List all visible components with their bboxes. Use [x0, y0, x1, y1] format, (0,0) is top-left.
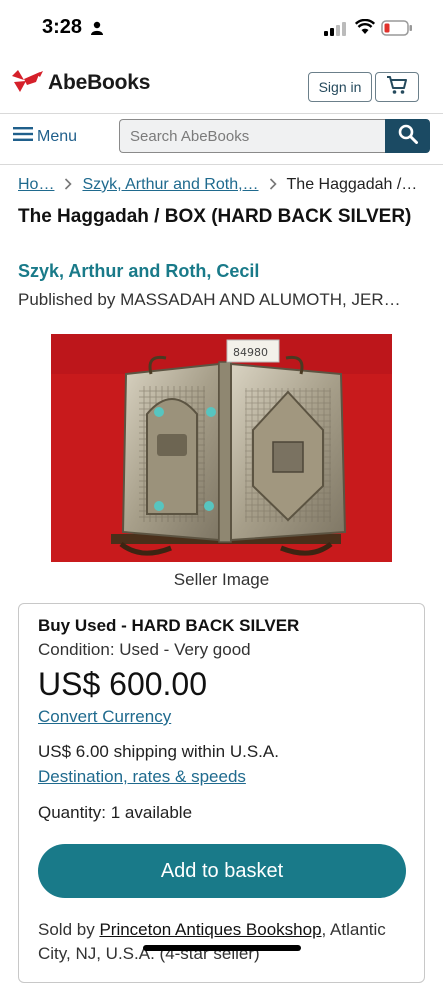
breadcrumb-current: The Haggadah /… [286, 176, 418, 193]
author-link[interactable]: Szyk, Arthur and Roth, Cecil [18, 261, 259, 282]
add-to-basket-button[interactable]: Add to basket [38, 844, 406, 898]
status-bar: 3:28 [0, 0, 443, 56]
breadcrumb-home-link[interactable]: Ho… [18, 176, 54, 194]
sold-by-text: Sold by Princeton Antiques Bookshop, Atl… [38, 918, 418, 966]
seller-link[interactable]: Princeton Antiques Bookshop [99, 920, 321, 939]
image-tag-text: 84980 [233, 346, 268, 359]
menu-label: Menu [37, 127, 78, 145]
destination-rates-link[interactable]: Destination, rates & speeds [38, 767, 246, 787]
menu-button[interactable]: Menu [13, 127, 77, 146]
search-button[interactable] [385, 119, 430, 153]
sign-in-button[interactable]: Sign in [308, 72, 372, 102]
price: US$ 600.00 [38, 666, 208, 702]
product-image[interactable]: 84980 [51, 334, 392, 562]
abebooks-logo[interactable]: AbeBooks [10, 66, 150, 99]
publisher-text: Published by MASSADAH AND ALUMOTH, JER… [18, 290, 401, 309]
search-bar-row: Menu [0, 115, 443, 165]
person-icon [90, 21, 104, 40]
breadcrumb-author-link[interactable]: Szyk, Arthur and Roth,… [82, 176, 258, 194]
site-header: AbeBooks Sign in [0, 58, 443, 114]
chevron-right-icon [64, 177, 73, 193]
search-icon [398, 124, 418, 149]
product-title: The Haggadah / BOX (HARD BACK SILVER) [18, 206, 412, 227]
sold-by-prefix: Sold by [38, 920, 100, 939]
chevron-right-icon [269, 177, 277, 193]
status-time: 3:28 [42, 16, 83, 38]
shipping-text: US$ 6.00 shipping within U.S.A. [38, 742, 279, 761]
buy-used-title: Buy Used - HARD BACK SILVER [38, 616, 300, 635]
home-indicator[interactable] [143, 945, 301, 951]
buy-box: Buy Used - HARD BACK SILVER Condition: U… [18, 603, 425, 983]
battery-low-icon [381, 20, 413, 41]
wifi-icon [354, 18, 376, 40]
cart-button[interactable] [375, 72, 419, 102]
convert-currency-link[interactable]: Convert Currency [38, 707, 171, 727]
signal-icon [324, 22, 346, 41]
breadcrumb: Ho… Szyk, Arthur and Roth,… The Haggadah… [18, 176, 438, 194]
logo-text: AbeBooks [48, 70, 151, 94]
hamburger-icon [13, 127, 33, 146]
bird-logo-icon [10, 66, 44, 99]
search-input[interactable] [119, 119, 386, 153]
cart-icon [386, 75, 408, 100]
quantity-text: Quantity: 1 available [38, 803, 193, 822]
condition-text: Condition: Used - Very good [38, 640, 251, 659]
seller-image-caption: Seller Image [173, 570, 270, 589]
